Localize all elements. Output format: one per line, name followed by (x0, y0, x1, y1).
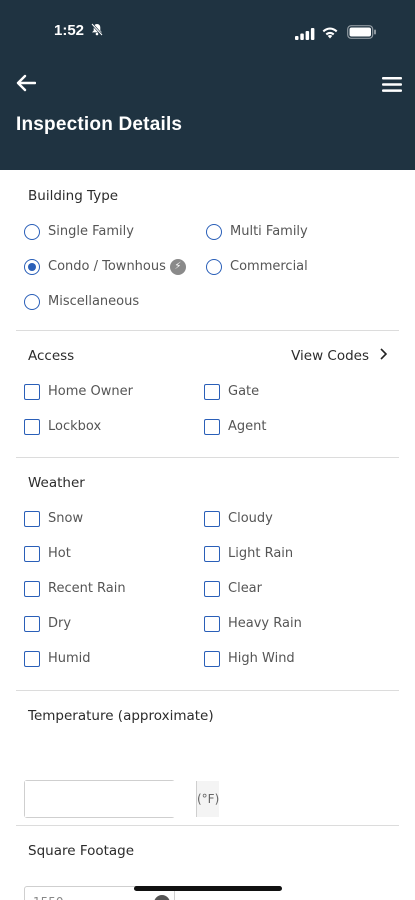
divider (16, 690, 399, 691)
view-codes-label: View Codes (291, 348, 369, 364)
radio-condo-townhouse[interactable]: Condo / Townhous ⚡ (24, 249, 204, 284)
checkbox-cloudy[interactable]: Cloudy (204, 501, 384, 536)
page-title: Inspection Details (16, 114, 183, 135)
option-label: Hot (48, 546, 71, 561)
option-label: Humid (48, 651, 91, 666)
back-arrow-icon[interactable] (16, 74, 37, 97)
option-label: Cloudy (228, 511, 273, 526)
checkbox[interactable] (24, 650, 40, 667)
checkbox[interactable] (24, 615, 40, 632)
temperature-heading: Temperature (approximate) (28, 708, 214, 724)
checkbox[interactable] (204, 510, 220, 527)
checkbox-dry[interactable]: Dry (24, 606, 204, 641)
checkbox-gate[interactable]: Gate (204, 374, 384, 409)
checkbox[interactable] (24, 510, 40, 527)
radio-single-family[interactable]: Single Family (24, 214, 204, 249)
checkbox-snow[interactable]: Snow (24, 501, 204, 536)
checkbox[interactable] (24, 580, 40, 597)
option-label: High Wind (228, 651, 295, 666)
weather-heading: Weather (28, 475, 85, 491)
divider (16, 457, 399, 458)
option-label: Miscellaneous (48, 294, 140, 309)
radio-button[interactable] (24, 293, 40, 310)
square-footage-value: 1550 (33, 895, 64, 900)
checkbox[interactable] (204, 615, 220, 632)
checkbox-humid[interactable]: Humid (24, 641, 204, 676)
checkbox-light-rain[interactable]: Light Rain (204, 536, 384, 571)
checkbox[interactable] (204, 650, 220, 667)
checkbox-agent[interactable]: Agent (204, 409, 384, 444)
temperature-unit: (°F) (196, 781, 220, 817)
radio-miscellaneous[interactable]: Miscellaneous (24, 284, 204, 319)
option-label: Dry (48, 616, 72, 631)
option-label: Single Family (48, 224, 134, 239)
option-label: Snow (48, 511, 84, 526)
view-codes-link[interactable]: View Codes (291, 345, 388, 367)
checkbox[interactable] (204, 545, 220, 562)
option-label: Agent (228, 419, 267, 434)
hamburger-menu-icon[interactable] (382, 76, 402, 97)
checkbox[interactable] (24, 383, 40, 400)
square-footage-heading: Square Footage (28, 843, 135, 859)
building-type-section: Building Type Single Family Multi Family… (0, 185, 415, 319)
status-bar: 1:52 (0, 0, 415, 62)
checkbox[interactable] (204, 418, 220, 435)
temperature-field[interactable]: (°F) (24, 780, 220, 818)
option-label: Lockbox (48, 419, 102, 434)
option-label: Light Rain (228, 546, 294, 561)
option-label: Clear (228, 581, 262, 596)
checkbox-lockbox[interactable]: Lockbox (24, 409, 204, 444)
option-label: Commercial (230, 259, 308, 274)
chevron-right-icon (379, 348, 388, 364)
option-label: Multi Family (230, 224, 308, 239)
option-label: Condo / Townhous (48, 259, 166, 274)
checkbox-hot[interactable]: Hot (24, 536, 204, 571)
status-time: 1:52 (54, 22, 85, 39)
checkbox-recent-rain[interactable]: Recent Rain (24, 571, 204, 606)
temperature-input[interactable] (25, 781, 196, 817)
radio-multi-family[interactable]: Multi Family (206, 214, 384, 249)
option-label: Gate (228, 384, 260, 399)
checkbox[interactable] (24, 418, 40, 435)
access-section: Access View Codes Home Owner Gate Lockbo… (0, 345, 415, 444)
info-badge-icon[interactable]: ⚡ (169, 258, 186, 275)
square-footage-section: Square Footage (0, 840, 415, 862)
home-indicator[interactable] (134, 886, 282, 891)
divider (16, 825, 399, 826)
option-label: Heavy Rain (228, 616, 302, 631)
radio-button[interactable] (24, 223, 40, 240)
silent-bell-icon (91, 23, 103, 39)
clear-input-icon[interactable] (154, 895, 170, 900)
battery-icon (347, 24, 377, 43)
wifi-icon (321, 24, 339, 43)
weather-section: Weather Snow Cloudy Hot Light Rain Recen… (0, 472, 415, 676)
building-type-heading: Building Type (28, 188, 119, 204)
app-header: 1:52 Inspection Details (0, 0, 415, 170)
cellular-signal-icon (295, 25, 315, 44)
checkbox[interactable] (24, 545, 40, 562)
radio-button-selected[interactable] (24, 258, 40, 275)
checkbox-clear[interactable]: Clear (204, 571, 384, 606)
option-label: Recent Rain (48, 581, 126, 596)
option-label: Home Owner (48, 384, 133, 399)
checkbox-heavy-rain[interactable]: Heavy Rain (204, 606, 384, 641)
divider (16, 330, 399, 331)
checkbox[interactable] (204, 383, 220, 400)
checkbox[interactable] (204, 580, 220, 597)
radio-button[interactable] (206, 223, 222, 240)
checkbox-high-wind[interactable]: High Wind (204, 641, 384, 676)
checkbox-home-owner[interactable]: Home Owner (24, 374, 204, 409)
radio-button[interactable] (206, 258, 222, 275)
temperature-section: Temperature (approximate) (0, 705, 415, 727)
radio-commercial[interactable]: Commercial (206, 249, 384, 284)
